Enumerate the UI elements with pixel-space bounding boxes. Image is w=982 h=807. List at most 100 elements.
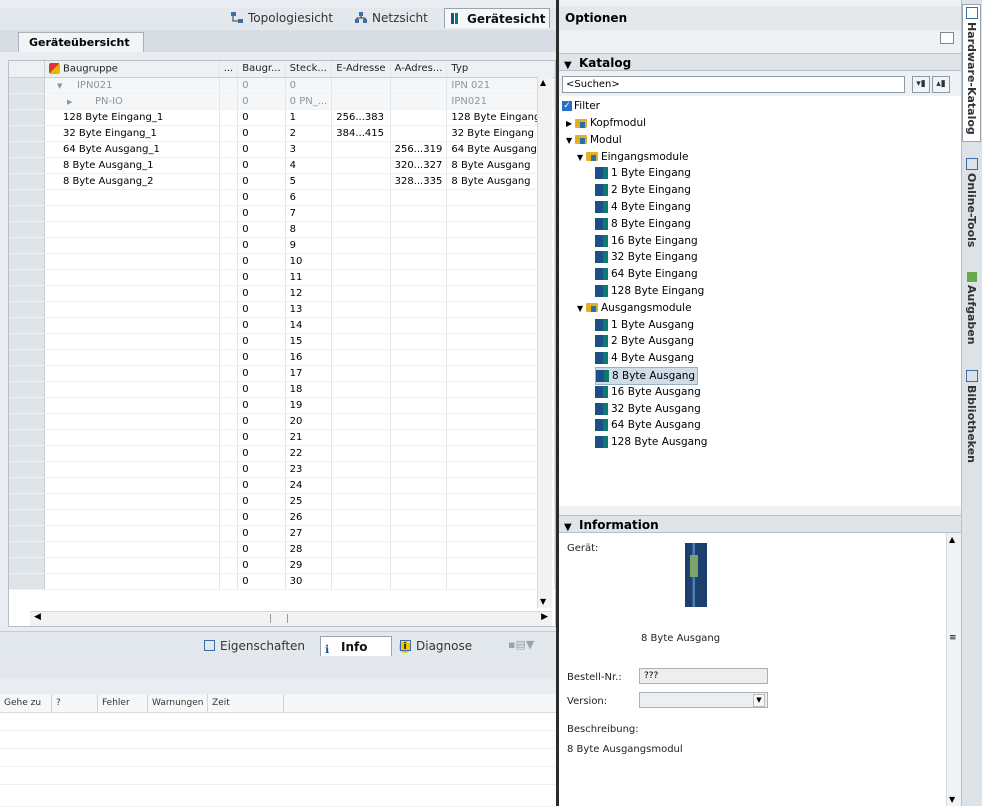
row-gutter[interactable] xyxy=(9,493,45,510)
table-row[interactable]: 0 29 xyxy=(9,557,555,574)
cell-slot[interactable]: 8 xyxy=(285,221,333,238)
table-horizontal-scrollbar[interactable]: ◀ ▶ xyxy=(30,611,552,626)
cell-output-address[interactable] xyxy=(390,285,448,302)
catalog-module-item[interactable]: 4 Byte Eingang xyxy=(595,199,691,215)
cell-module[interactable] xyxy=(44,365,220,382)
cell-slot[interactable]: 21 xyxy=(285,429,333,446)
cell-output-address[interactable] xyxy=(390,301,448,318)
expand-right-icon[interactable]: ▶ xyxy=(566,116,575,132)
cell-module[interactable] xyxy=(44,509,220,526)
cell-slot[interactable]: 13 xyxy=(285,301,333,318)
row-gutter[interactable] xyxy=(9,269,45,286)
cell-rack[interactable]: 0 xyxy=(237,509,286,526)
row-gutter[interactable] xyxy=(9,253,45,270)
col-header-type[interactable]: Typ xyxy=(446,61,555,78)
cell-module[interactable] xyxy=(44,253,220,270)
catalog-section-header[interactable]: ▼ Katalog xyxy=(559,53,961,71)
col-question[interactable]: ? xyxy=(52,694,98,712)
cell-input-address[interactable] xyxy=(331,205,391,222)
cell-output-address[interactable] xyxy=(390,477,448,494)
cell-slot[interactable]: 28 xyxy=(285,541,333,558)
col-warnings[interactable]: Warnungen xyxy=(148,694,208,712)
cell-slot[interactable]: 2 xyxy=(285,125,333,142)
cell-module[interactable]: 64 Byte Ausgang_1 xyxy=(44,141,220,158)
col-header-more[interactable]: ... xyxy=(219,61,239,78)
table-row[interactable]: 0 26 xyxy=(9,509,555,526)
cell-output-address[interactable] xyxy=(390,509,448,526)
cell-rack[interactable]: 0 xyxy=(237,269,286,286)
cell-slot[interactable]: 16 xyxy=(285,349,333,366)
window-controls-icon[interactable]: ▪▤▼ xyxy=(508,638,534,651)
cell-slot[interactable]: 22 xyxy=(285,445,333,462)
cell-rack[interactable]: 0 xyxy=(237,285,286,302)
cell-module[interactable] xyxy=(44,381,220,398)
cell-slot[interactable]: 27 xyxy=(285,525,333,542)
cell-output-address[interactable] xyxy=(390,237,448,254)
cell-rack[interactable]: 0 xyxy=(237,429,286,446)
tab-libraries[interactable]: Bibliotheken xyxy=(962,368,981,468)
cell-rack[interactable]: 0 xyxy=(237,237,286,254)
catalog-module-item[interactable]: 16 Byte Eingang xyxy=(595,233,698,249)
row-gutter[interactable] xyxy=(9,301,45,318)
cell-rack[interactable]: 0 xyxy=(237,573,286,590)
table-row[interactable]: 0 17 xyxy=(9,365,555,382)
cell-rack[interactable]: 0 xyxy=(237,109,286,126)
cell-rack[interactable]: 0 xyxy=(237,125,286,142)
cell-input-address[interactable] xyxy=(331,333,391,350)
table-row[interactable]: 32 Byte Eingang_1 0 2 384...415 32 Byte Eing… xyxy=(9,125,555,142)
cell-input-address[interactable] xyxy=(331,365,391,382)
scroll-down-icon[interactable]: ▼ xyxy=(949,795,955,804)
catalog-module-item[interactable]: 8 Byte Eingang xyxy=(595,216,691,232)
scroll-left-icon[interactable]: ◀ xyxy=(34,612,41,622)
row-gutter[interactable] xyxy=(9,557,45,574)
table-row[interactable]: 0 23 xyxy=(9,461,555,478)
table-row[interactable]: 0 10 xyxy=(9,253,555,270)
cell-input-address[interactable]: 384...415 xyxy=(331,125,391,142)
cell-module[interactable] xyxy=(44,349,220,366)
tab-device-view[interactable]: Gerätesicht xyxy=(444,8,550,28)
cell-slot[interactable]: 5 xyxy=(285,173,333,190)
row-gutter[interactable] xyxy=(9,221,45,238)
cell-output-address[interactable] xyxy=(390,557,448,574)
cell-rack[interactable]: 0 xyxy=(237,397,286,414)
catalog-search-input[interactable]: <Suchen> xyxy=(562,76,905,93)
cell-module[interactable]: ▼ IPN021 xyxy=(44,77,220,94)
cell-output-address[interactable] xyxy=(390,77,448,94)
cell-input-address[interactable] xyxy=(331,253,391,270)
col-header-slot[interactable]: Steck... xyxy=(285,61,333,78)
cell-input-address[interactable] xyxy=(331,285,391,302)
cell-output-address[interactable] xyxy=(390,93,448,110)
cell-slot[interactable]: 17 xyxy=(285,365,333,382)
table-row[interactable]: 0 14 xyxy=(9,317,555,334)
table-row[interactable]: 0 28 xyxy=(9,541,555,558)
table-row[interactable]: 0 30 xyxy=(9,573,555,590)
catalog-module-item[interactable]: 1 Byte Ausgang xyxy=(595,317,694,333)
row-gutter[interactable] xyxy=(9,141,45,158)
cell-rack[interactable]: 0 xyxy=(237,557,286,574)
tab-info[interactable]: ℹ Info i xyxy=(320,636,411,656)
cell-output-address[interactable] xyxy=(390,269,448,286)
cell-rack[interactable]: 0 xyxy=(237,253,286,270)
col-errors[interactable]: Fehler xyxy=(98,694,148,712)
cell-rack[interactable]: 0 xyxy=(237,349,286,366)
cell-input-address[interactable] xyxy=(331,173,391,190)
tab-tasks[interactable]: Aufgaben xyxy=(962,270,981,358)
tab-device-overview[interactable]: Geräteübersicht xyxy=(18,32,144,52)
cell-rack[interactable]: 0 xyxy=(237,333,286,350)
scroll-up-icon[interactable]: ▲ xyxy=(540,78,546,87)
tab-properties[interactable]: Eigenschaften xyxy=(200,636,312,656)
catalog-module-item[interactable]: 16 Byte Ausgang xyxy=(595,384,701,400)
row-gutter[interactable] xyxy=(9,429,45,446)
cell-slot[interactable]: 4 xyxy=(285,157,333,174)
cell-input-address[interactable] xyxy=(331,301,391,318)
cell-slot[interactable]: 12 xyxy=(285,285,333,302)
catalog-module-item[interactable]: 1 Byte Eingang xyxy=(595,165,691,181)
table-row[interactable]: 8 Byte Ausgang_2 0 5 328...335 8 Byte Ausgan… xyxy=(9,173,555,190)
cell-output-address[interactable] xyxy=(390,205,448,222)
table-row[interactable]: 8 Byte Ausgang_1 0 4 320...327 8 Byte Ausgan… xyxy=(9,157,555,174)
col-time[interactable]: Zeit xyxy=(208,694,284,712)
expand-down-icon[interactable]: ▼ xyxy=(577,150,586,166)
table-row[interactable]: 0 22 xyxy=(9,445,555,462)
cell-slot[interactable]: 0 PN_... xyxy=(285,93,333,110)
cell-rack[interactable]: 0 xyxy=(237,189,286,206)
